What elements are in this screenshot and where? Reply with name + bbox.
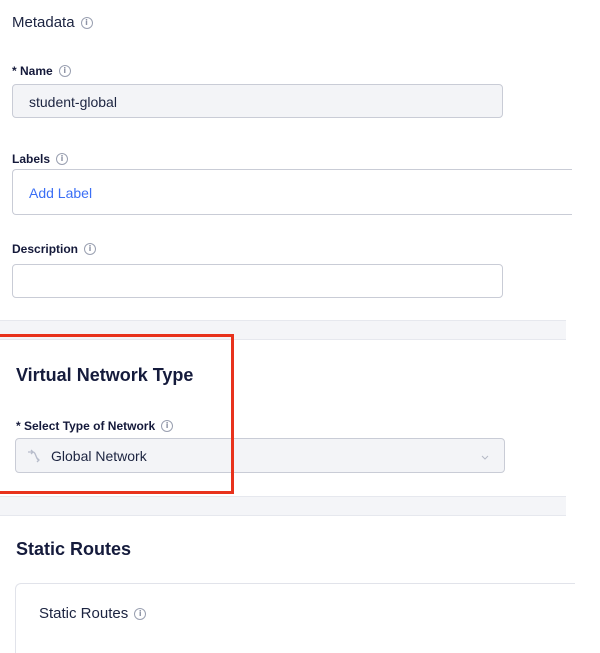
info-icon[interactable]: i [134,607,147,620]
name-field-value: student-global [29,94,117,110]
name-label: * Name [12,64,53,78]
description-label-row: Description i [12,240,97,258]
labels-field[interactable]: Add Label [12,169,572,215]
static-routes-card-title: Static Routes [39,605,129,622]
labels-label: Labels [12,152,51,166]
description-label: Description [12,242,79,256]
highlight-box [0,334,234,494]
static-routes-title: Static Routes [16,539,132,559]
static-routes-card-header: Static Routes i [39,605,147,623]
info-icon[interactable]: i [56,152,69,165]
info-icon[interactable]: i [84,242,97,255]
add-label-link[interactable]: Add Label [29,185,92,201]
metadata-header: Metadata i [12,14,93,32]
name-label-row: * Name i [12,62,71,80]
section-divider [0,496,566,516]
description-field[interactable] [12,264,503,298]
static-routes-card: Static Routes i [15,583,575,653]
chevron-down-icon[interactable] [480,449,490,467]
info-icon[interactable]: i [58,64,71,77]
name-field[interactable]: student-global [12,84,503,118]
metadata-title: Metadata [12,14,75,31]
labels-label-row: Labels i [12,150,69,168]
info-icon[interactable]: i [80,16,93,29]
